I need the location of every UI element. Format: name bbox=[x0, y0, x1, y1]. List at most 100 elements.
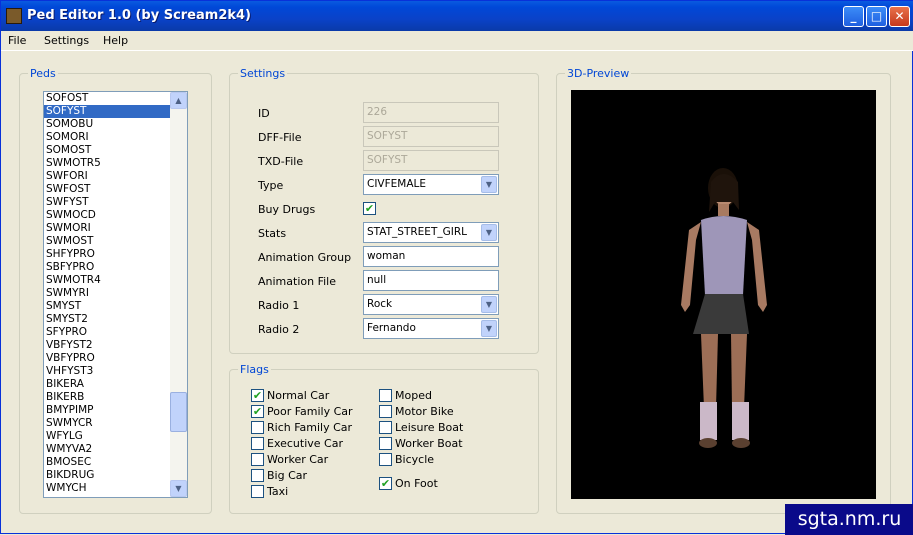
scroll-down-icon[interactable]: ▼ bbox=[170, 480, 187, 497]
anim-group-field[interactable]: woman bbox=[363, 246, 499, 267]
flag-label: Motor Bike bbox=[395, 405, 454, 418]
flag-checkbox[interactable]: ✔ bbox=[251, 405, 264, 418]
ped-list-item[interactable]: SOMOST bbox=[44, 144, 170, 157]
ped-list-item[interactable]: SWMOST bbox=[44, 235, 170, 248]
chevron-down-icon[interactable]: ▼ bbox=[481, 296, 497, 313]
radio1-select[interactable]: Rock ▼ bbox=[363, 294, 499, 315]
anim-file-label: Animation File bbox=[258, 275, 336, 288]
menu-help[interactable]: Help bbox=[103, 34, 128, 47]
menu-file[interactable]: File bbox=[8, 34, 26, 47]
ped-list-item[interactable]: BMYPIMP bbox=[44, 404, 170, 417]
flag-checkbox[interactable] bbox=[251, 485, 264, 498]
radio2-value: Fernando bbox=[367, 322, 416, 334]
flag-checkbox[interactable]: ✔ bbox=[251, 389, 264, 402]
anim-file-field[interactable]: null bbox=[363, 270, 499, 291]
ped-list-item[interactable]: SWMYCR bbox=[44, 417, 170, 430]
ped-list-item[interactable]: SMYST bbox=[44, 300, 170, 313]
flag-label: Poor Family Car bbox=[267, 405, 353, 418]
ped-list-item[interactable]: BIKDRUG bbox=[44, 469, 170, 482]
ped-list-item[interactable]: SOFYST bbox=[44, 105, 170, 118]
ped-list-item[interactable]: SOMOBU bbox=[44, 118, 170, 131]
window-title: Ped Editor 1.0 (by Scream2k4) bbox=[27, 8, 251, 23]
ped-list-item[interactable]: BMOSEC bbox=[44, 456, 170, 469]
ped-list-item[interactable]: SOFOST bbox=[44, 92, 170, 105]
id-label: ID bbox=[258, 107, 270, 120]
ped-list-item[interactable]: VBFYPRO bbox=[44, 352, 170, 365]
txd-field: SOFYST bbox=[363, 150, 499, 171]
peds-scrollbar[interactable]: ▲ ▼ bbox=[170, 92, 187, 497]
chevron-down-icon[interactable]: ▼ bbox=[481, 176, 497, 193]
stats-label: Stats bbox=[258, 227, 287, 240]
dff-field: SOFYST bbox=[363, 126, 499, 147]
chevron-down-icon[interactable]: ▼ bbox=[481, 224, 497, 241]
flag-checkbox[interactable] bbox=[251, 469, 264, 482]
ped-list-item[interactable]: WMYCH bbox=[44, 482, 170, 495]
flag-checkbox[interactable] bbox=[379, 453, 392, 466]
txd-label: TXD-File bbox=[258, 155, 304, 168]
close-button[interactable]: ✕ bbox=[889, 6, 910, 27]
flag-checkbox[interactable] bbox=[379, 405, 392, 418]
on-foot-label: On Foot bbox=[395, 477, 438, 490]
type-value: CIVFEMALE bbox=[367, 178, 427, 190]
ped-list-item[interactable]: BIKERB bbox=[44, 391, 170, 404]
ped-model-image bbox=[681, 168, 767, 448]
flag-checkbox[interactable] bbox=[379, 421, 392, 434]
title-bar[interactable]: Ped Editor 1.0 (by Scream2k4) _ □ ✕ bbox=[1, 1, 913, 31]
preview-viewport[interactable] bbox=[571, 90, 876, 499]
flag-checkbox[interactable] bbox=[379, 437, 392, 450]
peds-listbox[interactable]: SOFOST SOFYST SOMOBU SOMORI SOMOST SWMOTR5 SWF… bbox=[43, 91, 188, 498]
ped-list-item[interactable]: SMYST2 bbox=[44, 313, 170, 326]
flag-label: Rich Family Car bbox=[267, 421, 353, 434]
ped-list-item[interactable]: SWMYRI bbox=[44, 287, 170, 300]
ped-list-item[interactable]: SWMOCD bbox=[44, 209, 170, 222]
stats-select[interactable]: STAT_STREET_GIRL ▼ bbox=[363, 222, 499, 243]
flag-label: Taxi bbox=[267, 485, 289, 498]
ped-list-item[interactable]: VBFYST2 bbox=[44, 339, 170, 352]
scroll-thumb[interactable] bbox=[170, 392, 187, 432]
scroll-up-icon[interactable]: ▲ bbox=[170, 92, 187, 109]
ped-list-item[interactable]: BIKERA bbox=[44, 378, 170, 391]
ped-list-item[interactable]: SWFYST bbox=[44, 196, 170, 209]
flags-group-title: Flags bbox=[238, 363, 271, 376]
ped-list-item[interactable]: WFYLG bbox=[44, 430, 170, 443]
ped-list-item[interactable]: SWMOTR4 bbox=[44, 274, 170, 287]
flag-label: Bicycle bbox=[395, 453, 435, 466]
flag-checkbox[interactable] bbox=[251, 437, 264, 450]
ped-list-item[interactable]: VHFYST3 bbox=[44, 365, 170, 378]
chevron-down-icon[interactable]: ▼ bbox=[481, 320, 497, 337]
flag-checkbox[interactable] bbox=[251, 453, 264, 466]
menu-settings[interactable]: Settings bbox=[44, 34, 89, 47]
flag-label: Worker Car bbox=[267, 453, 329, 466]
ped-list-item[interactable]: SHFYPRO bbox=[44, 248, 170, 261]
maximize-button[interactable]: □ bbox=[866, 6, 887, 27]
stats-value: STAT_STREET_GIRL bbox=[367, 226, 467, 238]
watermark: sgta.nm.ru bbox=[785, 504, 913, 535]
flag-checkbox[interactable] bbox=[379, 389, 392, 402]
flag-label: Executive Car bbox=[267, 437, 343, 450]
peds-group-title: Peds bbox=[28, 67, 58, 80]
radio2-select[interactable]: Fernando ▼ bbox=[363, 318, 499, 339]
ped-list-item[interactable]: SWMOTR5 bbox=[44, 157, 170, 170]
ped-list-item[interactable]: SFYPRO bbox=[44, 326, 170, 339]
ped-list-item[interactable]: SWFOST bbox=[44, 183, 170, 196]
ped-list-item[interactable]: SBFYPRO bbox=[44, 261, 170, 274]
ped-list-item[interactable]: SWFORI bbox=[44, 170, 170, 183]
flag-label: Normal Car bbox=[267, 389, 330, 402]
app-icon bbox=[6, 8, 22, 24]
flag-label: Worker Boat bbox=[395, 437, 463, 450]
on-foot-checkbox[interactable]: ✔ bbox=[379, 477, 392, 490]
dff-label: DFF-File bbox=[258, 131, 302, 144]
ped-list-item[interactable]: SOMORI bbox=[44, 131, 170, 144]
minimize-button[interactable]: _ bbox=[843, 6, 864, 27]
ped-list-item[interactable]: SWMORI bbox=[44, 222, 170, 235]
preview-group-title: 3D-Preview bbox=[565, 67, 632, 80]
type-label: Type bbox=[258, 179, 284, 192]
app-window: Ped Editor 1.0 (by Scream2k4) _ □ ✕ File… bbox=[0, 0, 913, 535]
type-select[interactable]: CIVFEMALE ▼ bbox=[363, 174, 499, 195]
buy-drugs-checkbox[interactable]: ✔ bbox=[363, 202, 376, 215]
ped-list-item[interactable]: WMYVA2 bbox=[44, 443, 170, 456]
radio2-label: Radio 2 bbox=[258, 323, 300, 336]
flag-label: Moped bbox=[395, 389, 432, 402]
buy-drugs-label: Buy Drugs bbox=[258, 203, 316, 216]
flag-checkbox[interactable] bbox=[251, 421, 264, 434]
